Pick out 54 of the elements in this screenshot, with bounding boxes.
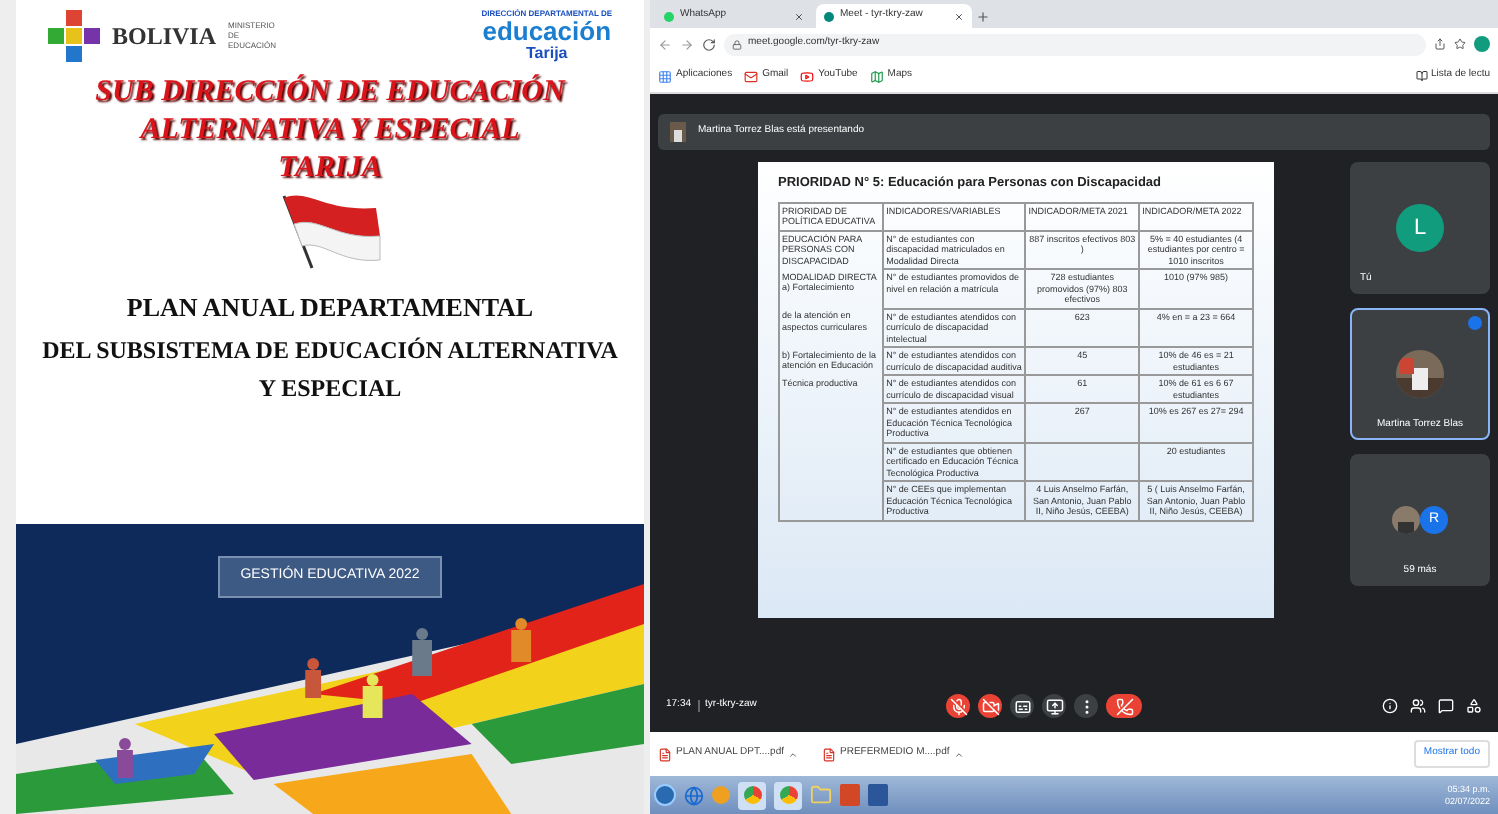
share-icon bbox=[1434, 38, 1446, 50]
star-icon bbox=[1454, 38, 1466, 50]
logo-city: Tarija bbox=[525, 44, 568, 62]
apps-icon bbox=[658, 69, 672, 83]
hang-up-icon bbox=[1115, 697, 1133, 715]
chrome-icon[interactable] bbox=[738, 781, 766, 809]
present-button[interactable] bbox=[1042, 694, 1066, 718]
emblem-icon bbox=[48, 9, 100, 61]
folder-icon bbox=[810, 784, 832, 806]
captions-button[interactable] bbox=[1010, 694, 1034, 718]
camera-button[interactable] bbox=[978, 694, 1002, 718]
start-icon[interactable] bbox=[654, 784, 676, 806]
tab-favicon-icon bbox=[664, 11, 674, 21]
cover-title-line: SUB DIRECCIÓN DE EDUCACIÓN bbox=[95, 74, 565, 112]
pdf-file-icon bbox=[822, 747, 837, 761]
table-cell bbox=[779, 403, 884, 443]
plan-title: PLAN ANUAL DEPARTAMENTAL bbox=[126, 290, 534, 326]
new-tab-icon bbox=[976, 10, 990, 24]
table-cell bbox=[1025, 442, 1140, 482]
chrome-icon[interactable] bbox=[774, 781, 802, 809]
chevron-up-icon bbox=[788, 749, 799, 759]
table-cell bbox=[779, 442, 884, 482]
tab-favicon-icon bbox=[824, 11, 834, 21]
mic-button[interactable] bbox=[946, 694, 970, 718]
video-icon bbox=[800, 69, 815, 83]
forward-icon bbox=[680, 37, 694, 51]
chat-icon bbox=[1438, 698, 1454, 714]
present-icon bbox=[1045, 697, 1063, 715]
people-icon bbox=[1410, 698, 1426, 714]
map-icon bbox=[869, 69, 884, 83]
cover-title-line: TARIJA bbox=[278, 150, 382, 188]
mic-off-icon bbox=[949, 697, 967, 715]
plan-subtitle: DEL SUBSISTEMA DE EDUCACIÓN ALTERNATIVA Y ESPECIAL bbox=[40, 333, 620, 405]
camera-off-icon bbox=[981, 697, 999, 715]
chevron-up-icon bbox=[953, 749, 964, 759]
book-icon bbox=[1415, 70, 1428, 82]
cover-title-line: ALTERNATIVA Y ESPECIAL bbox=[140, 112, 520, 150]
activities-icon bbox=[1466, 698, 1482, 714]
country-name: BOLIVIA bbox=[112, 19, 217, 53]
logo-wordmark: educación bbox=[482, 18, 612, 44]
mail-icon bbox=[744, 69, 759, 83]
pdf-file-icon bbox=[658, 747, 672, 761]
reload-icon bbox=[702, 37, 716, 51]
info-icon bbox=[1382, 698, 1398, 714]
avatar: L bbox=[1396, 204, 1444, 252]
hangup-button[interactable] bbox=[1106, 694, 1142, 718]
back-icon bbox=[658, 37, 672, 51]
captions-icon bbox=[1013, 697, 1031, 715]
browser-icon bbox=[684, 785, 704, 805]
more-button[interactable] bbox=[1074, 694, 1098, 718]
lock-icon bbox=[732, 39, 742, 49]
table-cell bbox=[779, 481, 884, 521]
profile-avatar[interactable] bbox=[1474, 36, 1490, 52]
presenting-icon bbox=[1468, 316, 1482, 330]
